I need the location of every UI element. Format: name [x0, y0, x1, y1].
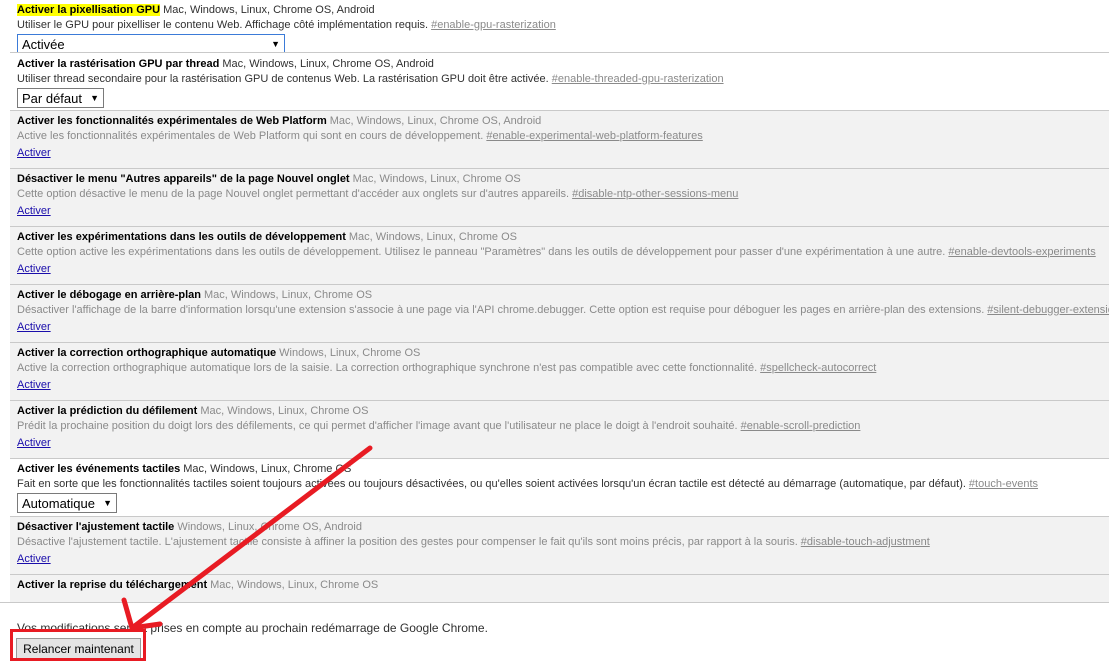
flag-title: Activer la rastérisation GPU par thread: [17, 58, 220, 70]
flag-disable-touch-adjustment: Désactiver l'ajustement tactile Windows, …: [10, 517, 1109, 575]
chevron-down-icon: ▼: [271, 39, 280, 49]
flag-silent-debugger-extension-api: Activer le débogage en arrière-plan Mac, …: [10, 285, 1109, 343]
select-value: Automatique: [22, 495, 95, 511]
chevron-down-icon: ▼: [90, 93, 99, 103]
restart-footer: Vos modifications seront prises en compt…: [0, 602, 1109, 669]
select-value: Activée: [22, 36, 65, 52]
flag-platforms: Mac, Windows, Linux, Chrome OS, Android: [163, 4, 375, 16]
flag-description: Désactiver l'affichage de la barre d'inf…: [17, 304, 985, 316]
flag-title: Activer la reprise du téléchargement: [17, 579, 208, 591]
flag-anchor-link[interactable]: #enable-experimental-web-platform-featur…: [486, 130, 702, 142]
flag-touch-events: Activer les événements tactiles Mac, Wind…: [10, 459, 1109, 517]
touch-events-select[interactable]: Automatique ▼: [17, 493, 117, 513]
flag-title: Activer les événements tactiles: [17, 463, 181, 475]
flag-platforms: Windows, Linux, Chrome OS, Android: [177, 521, 362, 533]
select-value: Par défaut: [22, 90, 82, 106]
flag-title: Désactiver l'ajustement tactile: [17, 521, 175, 533]
flag-anchor-link[interactable]: #disable-ntp-other-sessions-menu: [572, 188, 738, 200]
flag-title: Activer la correction orthographique aut…: [17, 347, 277, 359]
flag-anchor-link[interactable]: #enable-scroll-prediction: [741, 420, 861, 432]
flag-enable-devtools-experiments: Activer les expérimentations dans les ou…: [10, 227, 1109, 285]
flag-platforms: Mac, Windows, Linux, Chrome OS: [352, 173, 521, 185]
enable-link[interactable]: Activer: [17, 319, 51, 335]
flags-list: Activer la pixellisation GPU Mac, Windows…: [10, 0, 1109, 602]
flag-platforms: Mac, Windows, Linux, Chrome OS: [210, 579, 379, 591]
flag-disable-ntp-other-sessions-menu: Désactiver le menu "Autres appareils" de…: [10, 169, 1109, 227]
flag-anchor-link[interactable]: #spellcheck-autocorrect: [760, 362, 876, 374]
flag-spellcheck-autocorrect: Activer la correction orthographique aut…: [10, 343, 1109, 401]
flag-platforms: Mac, Windows, Linux, Chrome OS: [200, 405, 369, 417]
enable-link[interactable]: Activer: [17, 377, 51, 393]
flag-description: Active la correction orthographique auto…: [17, 362, 758, 374]
flag-platforms: Mac, Windows, Linux, Chrome OS, Android: [222, 58, 434, 70]
flag-anchor-link[interactable]: #disable-touch-adjustment: [801, 536, 930, 548]
flag-title: Désactiver le menu "Autres appareils" de…: [17, 173, 350, 185]
flag-description: Désactive l'ajustement tactile. L'ajuste…: [17, 536, 798, 548]
flag-title: Activer la prédiction du défilement: [17, 405, 198, 417]
flag-description: Cette option active les expérimentations…: [17, 246, 946, 258]
flag-description: Cette option désactive le menu de la pag…: [17, 188, 570, 200]
flag-enable-experimental-web-platform-features: Activer les fonctionnalités expérimental…: [10, 111, 1109, 169]
flag-platforms: Mac, Windows, Linux, Chrome OS: [183, 463, 352, 475]
restart-notice: Vos modifications seront prises en compt…: [17, 621, 488, 635]
flag-title: Activer le débogage en arrière-plan: [17, 289, 202, 301]
flag-anchor-link[interactable]: #touch-events: [969, 478, 1038, 490]
flag-description: Prédit la prochaine position du doigt lo…: [17, 420, 738, 432]
flag-description: Fait en sorte que les fonctionnalités ta…: [17, 478, 966, 490]
flag-enable-gpu-rasterization: Activer la pixellisation GPU Mac, Windows…: [10, 0, 1109, 53]
flag-platforms: Mac, Windows, Linux, Chrome OS: [348, 231, 518, 243]
flag-enable-download-resumption: Activer la reprise du téléchargement Mac,…: [10, 575, 1109, 602]
enable-link[interactable]: Activer: [17, 145, 51, 161]
enable-link[interactable]: Activer: [17, 551, 51, 567]
enable-link[interactable]: Activer: [17, 261, 51, 277]
flag-title: Activer les fonctionnalités expérimental…: [17, 115, 327, 127]
flag-platforms: Mac, Windows, Linux, Chrome OS: [204, 289, 373, 301]
flag-anchor-link[interactable]: #enable-devtools-experiments: [948, 246, 1095, 258]
flag-enable-scroll-prediction: Activer la prédiction du défilement Mac, …: [10, 401, 1109, 459]
gpu-rasterization-select[interactable]: Activée ▼: [17, 34, 285, 52]
flag-anchor-link[interactable]: #enable-gpu-rasterization: [431, 19, 556, 31]
flag-description: Utiliser le GPU pour pixelliser le conte…: [17, 19, 429, 31]
flag-anchor-link[interactable]: #silent-debugger-extension-api: [987, 304, 1109, 316]
threaded-gpu-rasterization-select[interactable]: Par défaut ▼: [17, 88, 104, 108]
flag-title: Activer la pixellisation GPU: [17, 4, 161, 16]
flag-description: Utiliser thread secondaire pour la rasté…: [17, 73, 549, 85]
flag-title: Activer les expérimentations dans les ou…: [17, 231, 346, 243]
enable-link[interactable]: Activer: [17, 435, 51, 451]
flag-description: Active les fonctionnalités expérimentale…: [17, 130, 484, 142]
flag-anchor-link[interactable]: #enable-threaded-gpu-rasterization: [552, 73, 724, 85]
enable-link[interactable]: Activer: [17, 203, 51, 219]
relaunch-now-button[interactable]: Relancer maintenant: [16, 638, 141, 660]
flag-enable-threaded-gpu-rasterization: Activer la rastérisation GPU par thread M…: [10, 53, 1109, 111]
flag-platforms: Mac, Windows, Linux, Chrome OS, Android: [329, 115, 542, 127]
chevron-down-icon: ▼: [103, 498, 112, 508]
flag-platforms: Windows, Linux, Chrome OS: [279, 347, 421, 359]
